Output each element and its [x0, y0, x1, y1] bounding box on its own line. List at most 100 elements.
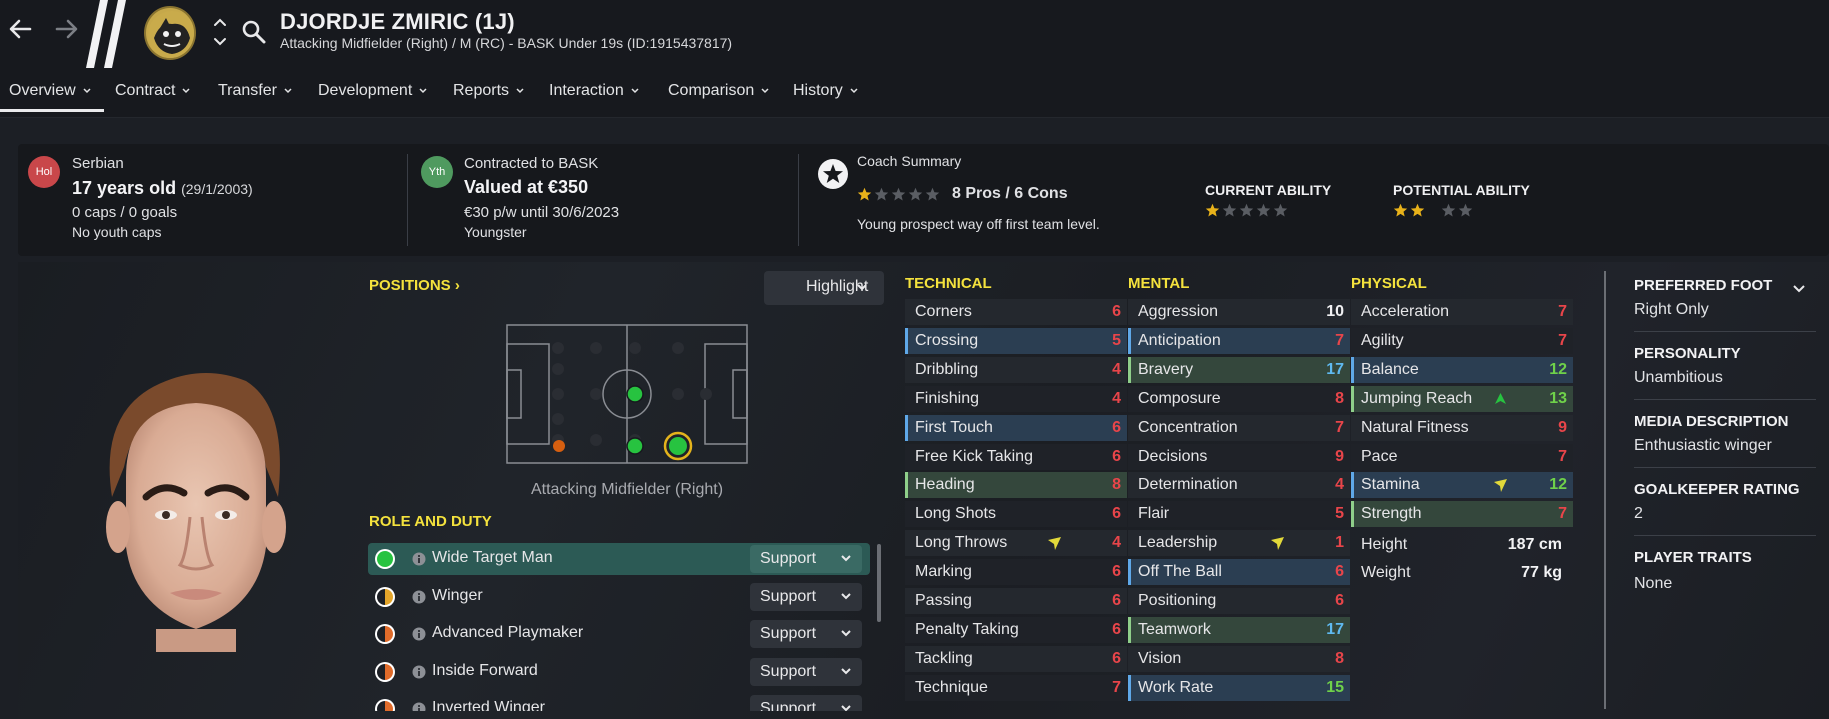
- attribute-row[interactable]: Anticipation 7: [1128, 327, 1350, 354]
- duty-dropdown[interactable]: Support: [750, 657, 862, 686]
- attribute-row[interactable]: Teamwork 17: [1128, 616, 1350, 643]
- tab-overview[interactable]: Overview: [9, 82, 92, 100]
- attribute-highlight-bar: [1128, 444, 1131, 470]
- active-tab-indicator: [0, 109, 104, 112]
- attribute-row[interactable]: Bravery 17: [1128, 356, 1350, 383]
- attribute-name: Free Kick Taking: [915, 447, 1033, 465]
- nationality[interactable]: Serbian: [72, 155, 124, 172]
- tab-transfer[interactable]: Transfer: [218, 82, 293, 100]
- duty-dropdown[interactable]: Support: [750, 695, 862, 711]
- attribute-row[interactable]: First Touch 6: [905, 414, 1127, 441]
- info-icon[interactable]: [412, 665, 426, 679]
- player-traits-title: PLAYER TRAITS: [1634, 549, 1752, 566]
- attribute-row[interactable]: Leadership 1: [1128, 530, 1350, 557]
- duty-dropdown[interactable]: Support: [750, 620, 862, 648]
- attribute-row[interactable]: Long Throws 4: [905, 530, 1127, 557]
- attribute-row[interactable]: Flair 5: [1128, 501, 1350, 528]
- attribute-value: 6: [1112, 505, 1121, 523]
- search-icon[interactable]: [240, 18, 268, 46]
- attribute-highlight-bar: [1128, 501, 1131, 527]
- attribute-row[interactable]: Strength 7: [1351, 501, 1573, 528]
- star-empty-icon: [891, 187, 906, 202]
- info-icon[interactable]: [412, 702, 426, 711]
- role-row[interactable]: Wide Target Man Support: [368, 543, 870, 575]
- attribute-row[interactable]: Decisions 9: [1128, 443, 1350, 470]
- role-row[interactable]: Advanced Playmaker Support: [368, 618, 870, 650]
- attribute-row[interactable]: Determination 4: [1128, 472, 1350, 499]
- attribute-row[interactable]: Concentration 7: [1128, 414, 1350, 441]
- tab-contract[interactable]: Contract: [115, 82, 191, 100]
- info-icon[interactable]: [412, 627, 426, 641]
- attribute-row[interactable]: Balance 12: [1351, 356, 1573, 383]
- tab-comparison[interactable]: Comparison: [668, 82, 770, 100]
- tab-bar: Overview Contract Transfer Development R…: [0, 68, 1829, 118]
- club-crest-icon[interactable]: [144, 6, 196, 60]
- role-suitability-half-icon: [375, 661, 395, 682]
- arrow-left-icon[interactable]: [5, 14, 35, 44]
- tab-interaction[interactable]: Interaction: [549, 82, 640, 100]
- attribute-row[interactable]: Marking 6: [905, 559, 1127, 586]
- tab-development[interactable]: Development: [318, 82, 428, 100]
- divider: [1634, 467, 1816, 468]
- attribute-row[interactable]: Work Rate 15: [1128, 674, 1350, 701]
- attribute-row[interactable]: Aggression 10: [1128, 299, 1350, 325]
- tab-history[interactable]: History: [793, 82, 859, 100]
- highlight-dropdown[interactable]: Highlight: [764, 271, 884, 305]
- attribute-highlight-bar: [905, 646, 908, 672]
- position-caption: Attacking Midfielder (Right): [530, 481, 724, 498]
- attribute-row[interactable]: Long Shots 6: [905, 501, 1127, 528]
- attribute-row[interactable]: Tackling 6: [905, 645, 1127, 672]
- attribute-row[interactable]: Dribbling 4: [905, 356, 1127, 383]
- pros-cons[interactable]: 8 Pros / 6 Cons: [952, 185, 1068, 203]
- attribute-row[interactable]: Penalty Taking 6: [905, 616, 1127, 643]
- attribute-name: Penalty Taking: [915, 620, 1019, 638]
- attribute-row[interactable]: Corners 6: [905, 299, 1127, 325]
- attribute-row[interactable]: Vision 8: [1128, 645, 1350, 672]
- position-pitch-map[interactable]: [506, 324, 748, 464]
- preferred-foot-value: Right Only: [1634, 301, 1709, 318]
- role-row[interactable]: Inverted Winger Support: [368, 693, 870, 711]
- attribute-name: Strength: [1361, 505, 1422, 523]
- role-suitability-half-icon: [375, 586, 395, 607]
- info-icon[interactable]: [412, 552, 426, 566]
- attribute-row[interactable]: Pace 7: [1351, 443, 1573, 470]
- attribute-row[interactable]: Jumping Reach 13: [1351, 385, 1573, 412]
- attribute-row[interactable]: Natural Fitness 9: [1351, 414, 1573, 441]
- attribute-highlight-bar: [1128, 616, 1131, 643]
- attribute-row[interactable]: Finishing 4: [905, 385, 1127, 412]
- tab-reports[interactable]: Reports: [453, 82, 525, 100]
- attribute-value: 4: [1335, 476, 1344, 494]
- attribute-row[interactable]: Acceleration 7: [1351, 299, 1573, 325]
- role-row[interactable]: Inside Forward Support: [368, 656, 870, 688]
- player-switch-icon[interactable]: [212, 14, 228, 50]
- attribute-highlight-bar: [1128, 299, 1131, 325]
- attribute-row[interactable]: Positioning 6: [1128, 588, 1350, 614]
- attribute-row[interactable]: Free Kick Taking 6: [905, 443, 1127, 470]
- nationality-badge[interactable]: Hol: [28, 156, 60, 188]
- positions-title[interactable]: POSITIONS ›: [369, 277, 460, 294]
- attribute-highlight-bar: [1351, 472, 1354, 499]
- duty-dropdown[interactable]: Support: [750, 582, 862, 611]
- attribute-row[interactable]: Technique 7: [905, 674, 1127, 701]
- attribute-row[interactable]: Off The Ball 6: [1128, 559, 1350, 586]
- attribute-row[interactable]: Crossing 5: [905, 327, 1127, 354]
- attribute-row[interactable]: Composure 8: [1128, 385, 1350, 412]
- info-icon[interactable]: [412, 590, 426, 604]
- role-list-scrollbar[interactable]: [877, 544, 881, 622]
- personality-value[interactable]: Unambitious: [1634, 369, 1723, 387]
- coach-summary-label[interactable]: Coach Summary: [857, 153, 961, 169]
- attribute-value: 6: [1112, 620, 1121, 638]
- contracted-to[interactable]: Contracted to BASK: [464, 155, 598, 172]
- duty-dropdown[interactable]: Support: [750, 545, 862, 573]
- arrow-right-icon[interactable]: [52, 14, 82, 44]
- attribute-row[interactable]: Passing 6: [905, 588, 1127, 614]
- star-empty-icon: [908, 187, 923, 202]
- duty-label: Support: [760, 662, 817, 680]
- attribute-row[interactable]: Stamina 12: [1351, 472, 1573, 499]
- attribute-row[interactable]: Agility 7: [1351, 327, 1573, 354]
- chevron-down-icon[interactable]: [1792, 284, 1806, 294]
- attribute-value: 8: [1112, 476, 1121, 494]
- attribute-row[interactable]: Heading 8: [905, 472, 1127, 499]
- role-row[interactable]: Winger Support: [368, 581, 870, 613]
- attribute-name: Long Throws: [915, 534, 1008, 552]
